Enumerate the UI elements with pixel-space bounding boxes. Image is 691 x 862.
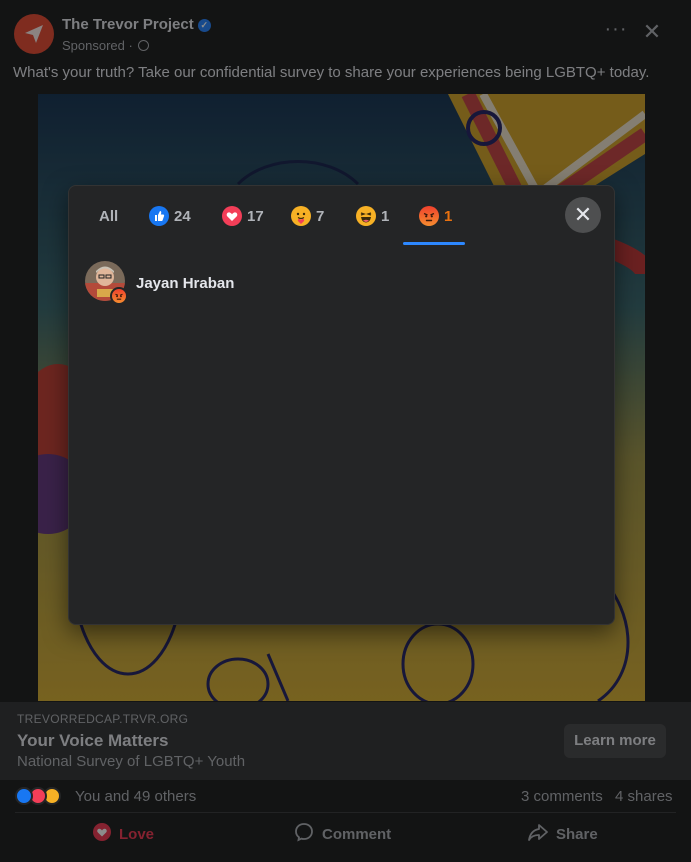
- reactions-dialog: All 24 17 7 1 1 ✕ Jayan Hraban: [68, 185, 615, 625]
- tab-like[interactable]: 24: [149, 200, 191, 232]
- angry-icon: [419, 206, 439, 226]
- love-icon: [222, 206, 242, 226]
- tab-like-count: 24: [174, 207, 191, 225]
- reaction-tabs: All 24 17 7 1 1 ✕: [69, 186, 616, 246]
- tab-angry-count: 1: [444, 207, 453, 225]
- tab-haha[interactable]: 1: [356, 200, 389, 232]
- like-icon: [15, 787, 33, 805]
- tab-all[interactable]: All: [99, 200, 118, 232]
- selected-tab-indicator: [403, 242, 465, 245]
- tab-angry[interactable]: 1: [419, 200, 452, 232]
- haha-icon: [356, 206, 376, 226]
- tab-love[interactable]: 17: [222, 200, 264, 232]
- list-item: Jayan Hraban: [85, 261, 485, 305]
- close-dialog-button[interactable]: ✕: [565, 197, 601, 233]
- care-icon: [291, 206, 311, 226]
- tab-care-count: 7: [316, 207, 325, 225]
- tab-love-count: 17: [247, 207, 264, 225]
- like-icon: [149, 206, 169, 226]
- angry-icon: [110, 287, 128, 305]
- person-name[interactable]: Jayan Hraban: [136, 275, 234, 292]
- tab-haha-count: 1: [381, 207, 390, 225]
- tab-care[interactable]: 7: [291, 200, 324, 232]
- tab-all-label: All: [99, 207, 119, 225]
